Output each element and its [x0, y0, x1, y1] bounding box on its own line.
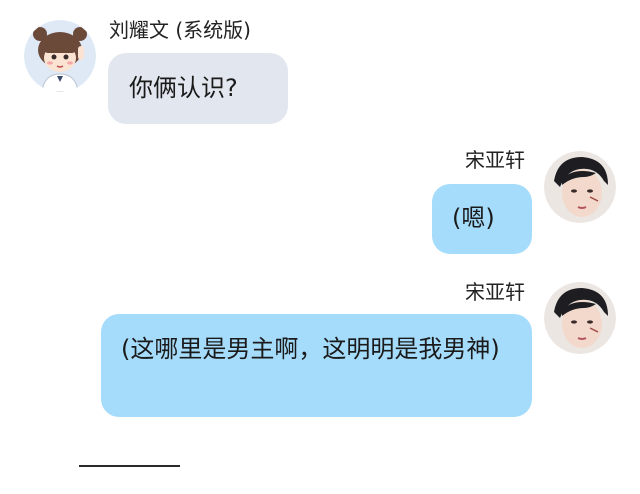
sender-avatar[interactable] [544, 282, 616, 354]
message-text: (嗯) [452, 204, 495, 232]
boy-portrait-avatar-icon [544, 282, 616, 354]
boy-portrait-avatar-icon [544, 151, 616, 223]
message-bubble[interactable]: (嗯) [432, 184, 532, 254]
divider [79, 465, 180, 467]
sender-avatar[interactable] [544, 151, 616, 223]
sender-name: 刘耀文 (系统版) [109, 18, 251, 42]
sender-name: 宋亚轩 [465, 148, 525, 172]
message-text: (这哪里是男主啊，这明明是我男神) [121, 335, 500, 363]
sender-name: 宋亚轩 [465, 280, 525, 304]
message-text: 你俩认识? [129, 74, 238, 102]
cartoon-girl-avatar-icon [24, 20, 96, 92]
sender-avatar[interactable] [24, 20, 96, 92]
message-bubble[interactable]: (这哪里是男主啊，这明明是我男神) [101, 314, 532, 417]
message-bubble[interactable]: 你俩认识? [108, 53, 288, 124]
